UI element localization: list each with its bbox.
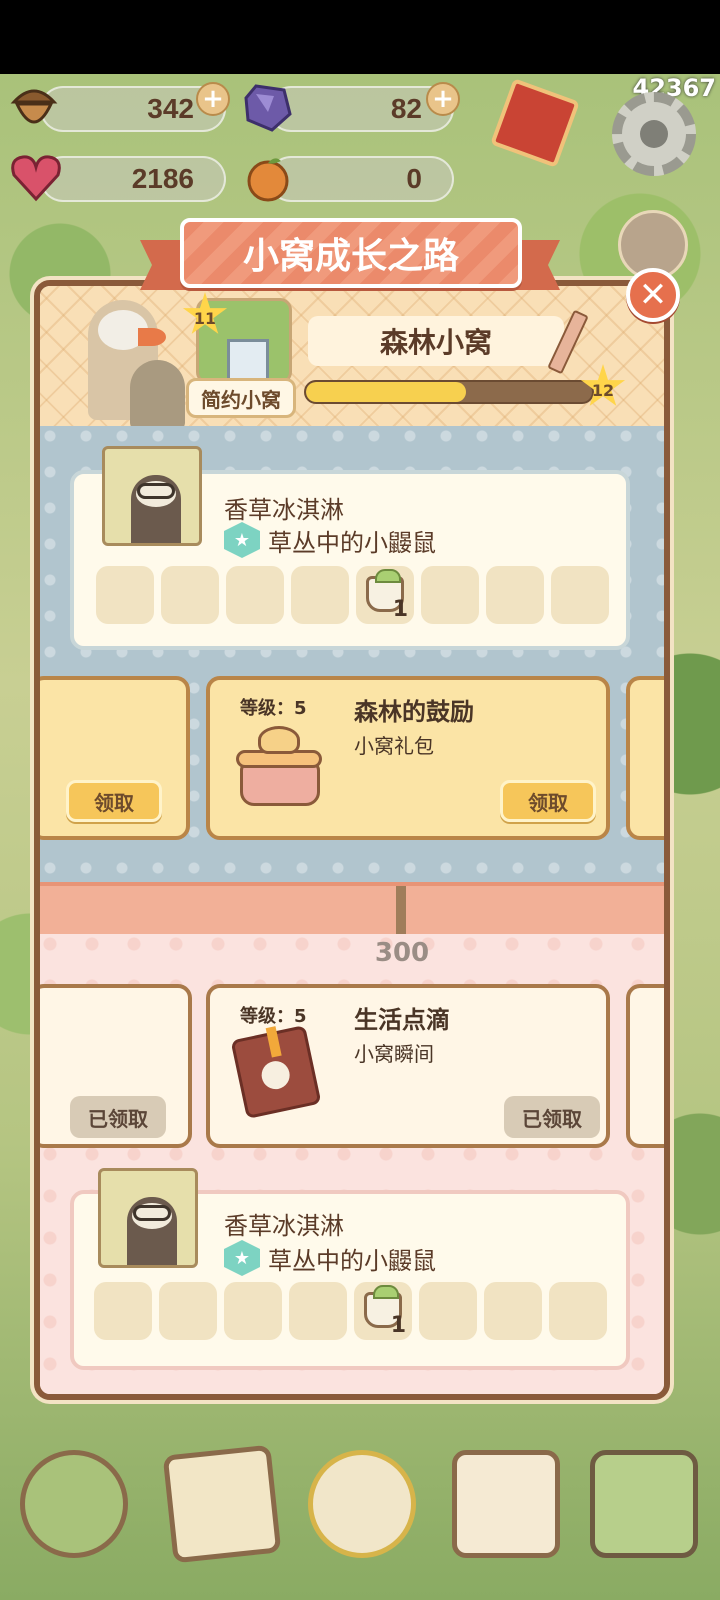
house-style-label: 简约小窝 (186, 378, 296, 418)
character-species: ★ 草丛中的小鼹鼠 (224, 1240, 436, 1276)
crystal-value: 82 (390, 93, 422, 124)
reward-card-left[interactable]: 领取 (40, 676, 190, 840)
photo-book-icon (230, 1024, 322, 1120)
orange-icon (240, 150, 296, 206)
furniture-slot[interactable] (96, 566, 154, 624)
furniture-slot[interactable] (419, 1282, 477, 1340)
heart-gem-icon (8, 150, 64, 206)
clipboard-icon (452, 1450, 560, 1558)
level-progress-fill (306, 382, 467, 402)
furniture-slot[interactable] (484, 1282, 542, 1340)
character-species-label: 草丛中的小鼹鼠 (268, 528, 436, 557)
heart-counter: 2186 (40, 156, 226, 202)
furniture-slots: 1 (94, 1282, 607, 1340)
mail-icon (162, 1444, 282, 1564)
level-progress-bar (304, 380, 594, 404)
reward-subtitle: 小窝礼包 (354, 734, 434, 758)
close-button[interactable]: ✕ (626, 268, 680, 322)
furniture-slot[interactable] (291, 566, 349, 624)
bird-couple-illustration (68, 300, 188, 430)
nav-friends-button[interactable] (302, 1440, 422, 1580)
orange-value: 0 (406, 163, 422, 194)
acorn-icon (6, 80, 62, 136)
claimed-button: 已领取 (70, 1096, 166, 1138)
star-gem-icon: ★ (224, 1240, 260, 1276)
furniture-slot[interactable]: 1 (354, 1282, 412, 1340)
dialog-title: 小窝成长之路 (180, 218, 522, 288)
map-icon (590, 1450, 698, 1558)
furniture-slot[interactable] (549, 1282, 607, 1340)
character-name: 香草冰淇淋 (224, 496, 344, 524)
mole-portrait[interactable] (102, 446, 202, 546)
furniture-slot[interactable]: 1 (356, 566, 414, 624)
character-species: ★ 草丛中的小鼹鼠 (224, 522, 436, 558)
furniture-slots: 1 (96, 566, 609, 624)
house-icon (20, 1450, 128, 1558)
furniture-slot[interactable] (159, 1282, 217, 1340)
furniture-slot[interactable] (161, 566, 219, 624)
reward-subtitle: 小窝瞬间 (354, 1042, 434, 1066)
slot-quantity: 1 (390, 1313, 406, 1338)
reward-card-main[interactable]: 等级：5 森林的鼓励 小窝礼包 领取 (206, 676, 610, 840)
house-name: 森林小窝 (308, 316, 564, 366)
acorn-value: 342 (147, 93, 194, 124)
claim-button[interactable]: 领取 (500, 780, 596, 822)
crystal-icon (240, 80, 296, 136)
character-species-label: 草丛中的小鼹鼠 (268, 1246, 436, 1275)
furniture-slot[interactable] (226, 566, 284, 624)
milestone-tick (396, 886, 406, 934)
mole-portrait[interactable] (98, 1168, 198, 1268)
furniture-slot[interactable] (289, 1282, 347, 1340)
heart-value: 2186 (131, 163, 194, 194)
character-name: 香草冰淇淋 (224, 1212, 344, 1240)
birds-icon (308, 1450, 416, 1558)
reward-card-left[interactable]: 已领取 (40, 984, 192, 1148)
reward-card-right[interactable] (626, 984, 664, 1148)
settings-gear-icon[interactable] (612, 92, 696, 176)
reward-card-main[interactable]: 等级：5 生活点滴 小窝瞬间 已领取 (206, 984, 610, 1148)
nav-mail-button[interactable] (162, 1440, 282, 1580)
nav-tasks-button[interactable] (446, 1440, 566, 1580)
reward-card-right[interactable] (626, 676, 664, 840)
house-header: 11 简约小窝 森林小窝 12 (40, 286, 664, 430)
furniture-slot[interactable] (421, 566, 479, 624)
claimed-button: 已领取 (504, 1096, 600, 1138)
slot-quantity: 1 (392, 597, 408, 622)
furniture-slot[interactable] (551, 566, 609, 624)
nav-map-button[interactable] (584, 1440, 704, 1580)
reward-track[interactable]: 300 香草冰淇淋 ★ 草丛中的小鼹鼠 1 领取 等级：5 森林的鼓励 小窝礼包… (40, 426, 664, 1394)
reward-title: 生活点滴 (354, 1006, 450, 1034)
furniture-slot[interactable] (224, 1282, 282, 1340)
claim-button[interactable]: 领取 (66, 780, 162, 822)
growth-dialog: 11 简约小窝 森林小窝 12 300 香草冰淇淋 ★ 草丛中的小鼹鼠 1 领取 (34, 280, 670, 1400)
add-acorn-button[interactable]: + (196, 82, 230, 116)
nav-home-button[interactable] (14, 1440, 134, 1580)
reward-title: 森林的鼓励 (354, 698, 474, 726)
status-bar (0, 0, 720, 74)
milestone-bar (40, 882, 664, 938)
add-crystal-button[interactable]: + (426, 82, 460, 116)
star-gem-icon: ★ (224, 522, 260, 558)
furniture-slot[interactable] (486, 566, 544, 624)
reward-level: 等级：5 (240, 698, 307, 719)
furniture-slot[interactable] (94, 1282, 152, 1340)
milestone-label: 300 (374, 938, 430, 968)
reward-level: 等级：5 (240, 1006, 307, 1027)
gift-box-icon (236, 726, 322, 806)
